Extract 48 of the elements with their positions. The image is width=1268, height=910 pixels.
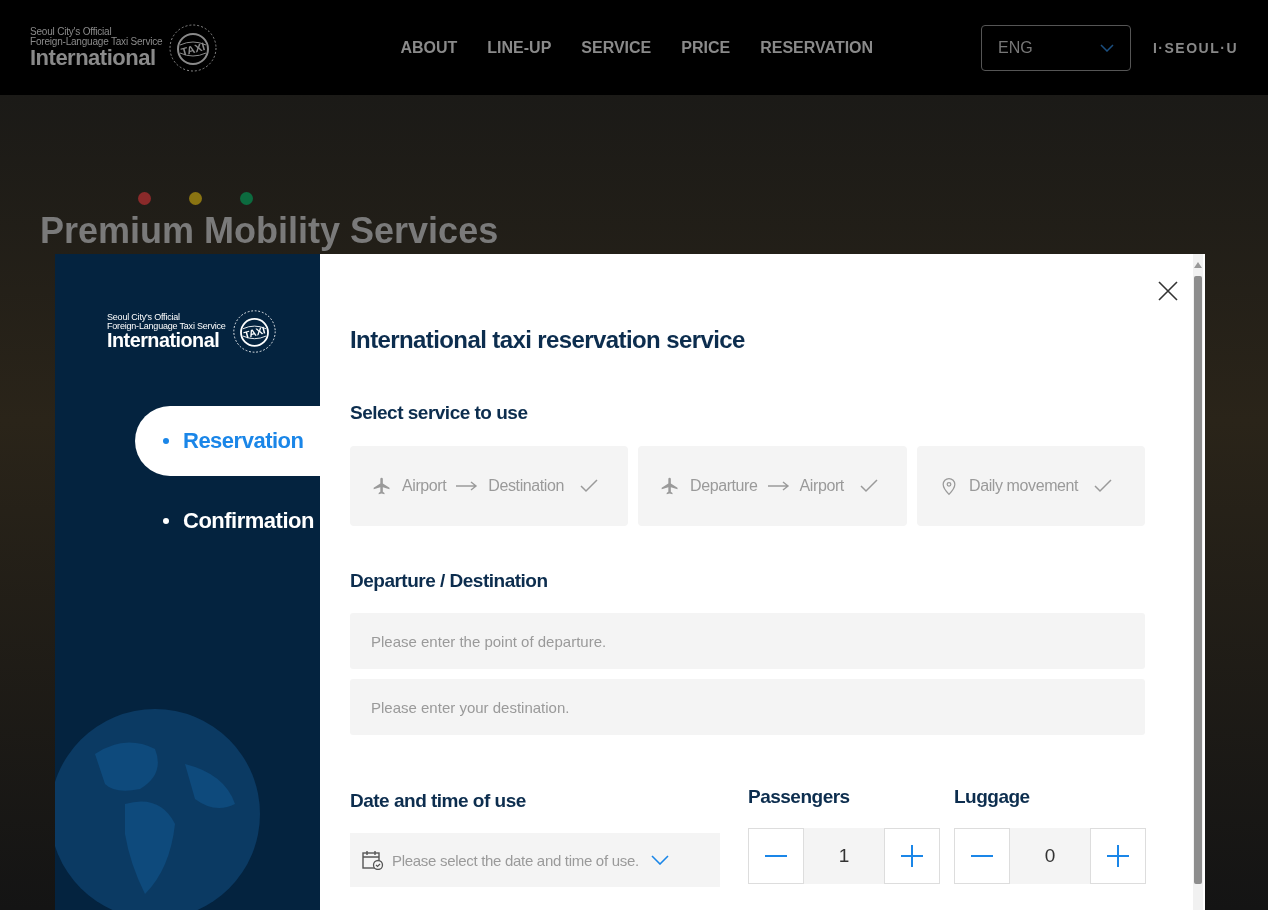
brand-logo: I·SEOUL·U [1152, 39, 1238, 56]
airplane-icon [660, 476, 680, 496]
nav-link[interactable]: ABOUT [400, 38, 458, 57]
nav-link[interactable]: LINE-UP [487, 38, 552, 57]
section-heading: Departure / Destination [350, 570, 549, 592]
check-icon [859, 479, 878, 493]
nav-link[interactable]: RESERVATION [760, 38, 874, 57]
logo-tagline: Seoul City's Official [107, 312, 181, 322]
count-value: 0 [1010, 828, 1090, 884]
plus-icon [1107, 845, 1129, 867]
plus-icon [901, 845, 923, 867]
check-icon [580, 479, 598, 493]
input-field[interactable]: Please enter the point of departure. [350, 613, 1145, 669]
decrement-button[interactable] [954, 828, 1010, 884]
section-heading: Select service to use [350, 402, 529, 424]
increment-button[interactable] [884, 828, 940, 884]
hero-heading: Premium Mobility Services [40, 211, 499, 251]
nav-link[interactable]: SERVICE [581, 38, 652, 57]
count-value: 1 [804, 828, 884, 884]
arrow-right-icon [456, 481, 479, 491]
step-tab[interactable]: Reservation [135, 406, 320, 476]
chevron-down-icon [650, 855, 669, 865]
dialog-title: International taxi reservation service [350, 326, 746, 354]
taxi-badge-icon: TAXI [231, 309, 277, 354]
decrement-button[interactable] [748, 828, 804, 884]
airplane-icon [372, 476, 392, 496]
close-button[interactable] [1157, 280, 1179, 302]
minus-icon [971, 855, 993, 857]
section-heading: Date and time of use [350, 790, 527, 812]
section-heading: Passengers [748, 786, 851, 808]
logo-wordmark: International [30, 46, 156, 69]
language-select[interactable]: ENG [981, 24, 1131, 71]
arrow-right-icon [767, 481, 790, 491]
section-heading: Luggage [954, 786, 1031, 808]
calendar-icon [362, 850, 384, 870]
check-icon [1094, 479, 1113, 493]
logo-tagline: Foreign-Language Taxi Service [107, 321, 226, 331]
nav-link[interactable]: PRICE [681, 38, 731, 57]
minus-icon [765, 855, 787, 857]
scrollbar-thumb[interactable] [1194, 276, 1202, 884]
chevron-down-icon [1099, 43, 1114, 52]
input-field[interactable]: Please enter your destination. [350, 679, 1145, 735]
logo-wordmark: International [107, 330, 220, 351]
taxi-badge-icon: TAXI [168, 22, 219, 73]
scroll-up-icon[interactable] [1194, 262, 1202, 268]
logo-tagline: Seoul City's Official [30, 26, 112, 37]
increment-button[interactable] [1090, 828, 1146, 884]
logo-tagline: Foreign-Language Taxi Service [30, 36, 163, 47]
